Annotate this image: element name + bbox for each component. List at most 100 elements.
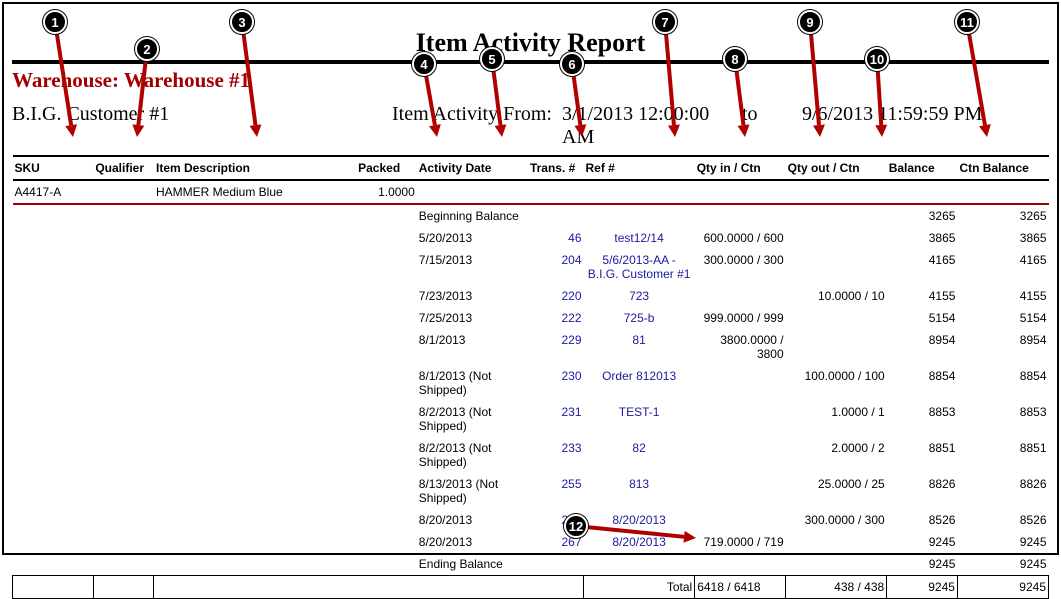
trans-number[interactable]: 255 — [528, 473, 584, 509]
qty-in — [695, 401, 786, 437]
callout-2: 2 — [135, 37, 159, 61]
qty-out: 100.0000 / 100 — [786, 365, 887, 401]
col-packed: Packed — [356, 156, 417, 180]
trans-number[interactable]: 229 — [528, 329, 584, 365]
callout-bubble: 9 — [798, 10, 822, 34]
balance: 9245 — [887, 531, 958, 553]
activity-row: 7/15/20132045/6/2013-AA - B.I.G. Custome… — [13, 249, 1049, 285]
item-row: A4417-A HAMMER Medium Blue 1.0000 — [13, 180, 1049, 204]
balance: 4155 — [887, 285, 958, 307]
callout-bubble: 4 — [412, 52, 436, 76]
callout-bubble: 1 — [43, 10, 67, 34]
qty-out: 2.0000 / 2 — [786, 437, 887, 473]
beginning-balance: 3265 — [887, 204, 958, 227]
callout-3: 3 — [230, 10, 254, 34]
ref-number[interactable]: 725-b — [584, 307, 695, 329]
trans-number[interactable]: 233 — [528, 437, 584, 473]
qty-in: 3800.0000 / 3800 — [695, 329, 786, 365]
qty-in — [695, 473, 786, 509]
ctn-balance: 8851 — [957, 437, 1048, 473]
ctn-balance: 4155 — [957, 285, 1048, 307]
ref-number[interactable]: test12/14 — [584, 227, 695, 249]
callout-bubble: 12 — [564, 514, 588, 538]
activity-date: 8/1/2013 — [417, 329, 528, 365]
trans-number[interactable]: 230 — [528, 365, 584, 401]
activity-row: 8/1/2013229813800.0000 / 3800 89548954 — [13, 329, 1049, 365]
trans-number[interactable]: 222 — [528, 307, 584, 329]
callout-12: 12 — [564, 514, 588, 538]
col-activity-date: Activity Date — [417, 156, 528, 180]
ctn-balance: 8526 — [957, 509, 1048, 531]
ctn-balance: 8853 — [957, 401, 1048, 437]
activity-row: 8/1/2013 (Not Shipped)230Order 812013 100… — [13, 365, 1049, 401]
callout-7: 7 — [653, 10, 677, 34]
trans-number[interactable]: 220 — [528, 285, 584, 307]
report-title: Item Activity Report — [12, 28, 1049, 58]
balance: 4165 — [887, 249, 958, 285]
beginning-ctn-balance: 3265 — [957, 204, 1048, 227]
activity-date: 8/2/2013 (Not Shipped) — [417, 401, 528, 437]
activity-date: 8/2/2013 (Not Shipped) — [417, 437, 528, 473]
ref-number[interactable]: 813 — [584, 473, 695, 509]
qty-out — [786, 249, 887, 285]
activity-date: 8/1/2013 (Not Shipped) — [417, 365, 528, 401]
activity-row: 7/23/201322072310.0000 / 1041554155 — [13, 285, 1049, 307]
col-balance: Balance — [887, 156, 958, 180]
qty-in: 719.0000 / 719 — [695, 531, 786, 553]
callout-bubble: 10 — [865, 47, 889, 71]
ref-number[interactable]: 723 — [584, 285, 695, 307]
ctn-balance: 8954 — [957, 329, 1048, 365]
activity-row: 8/20/20132668/20/2013300.0000 / 30085268… — [13, 509, 1049, 531]
ref-number[interactable]: TEST-1 — [584, 401, 695, 437]
balance: 8851 — [887, 437, 958, 473]
activity-row: 7/25/2013222725-b999.0000 / 99951545154 — [13, 307, 1049, 329]
ctn-balance: 5154 — [957, 307, 1048, 329]
trans-number[interactable]: 204 — [528, 249, 584, 285]
ending-balance-label: Ending Balance — [417, 553, 528, 576]
callout-bubble: 6 — [560, 52, 584, 76]
warehouse-line: Warehouse: Warehouse #1 — [12, 68, 1049, 93]
qty-in: 999.0000 / 999 — [695, 307, 786, 329]
ending-ctn-balance: 9245 — [957, 553, 1048, 576]
trans-number[interactable]: 231 — [528, 401, 584, 437]
activity-date: 7/25/2013 — [417, 307, 528, 329]
qty-in — [695, 509, 786, 531]
header-row: SKU Qualifier Item Description Packed Ac… — [13, 156, 1049, 180]
col-trans: Trans. # — [528, 156, 584, 180]
callout-6: 6 — [560, 52, 584, 76]
ref-number[interactable]: 5/6/2013-AA - B.I.G. Customer #1 — [584, 249, 695, 285]
callout-bubble: 8 — [723, 47, 747, 71]
qty-out: 300.0000 / 300 — [786, 509, 887, 531]
callout-bubble: 7 — [653, 10, 677, 34]
from-datetime: 3/1/2013 12:00:00 AM — [562, 103, 742, 149]
activity-table: SKU Qualifier Item Description Packed Ac… — [12, 155, 1049, 599]
total-ctn-balance: 9245 — [957, 576, 1048, 599]
trans-number[interactable]: 46 — [528, 227, 584, 249]
ref-number[interactable]: 82 — [584, 437, 695, 473]
col-qty-in: Qty in / Ctn — [695, 156, 786, 180]
total-qty-in: 6418 / 6418 — [695, 576, 786, 599]
ctn-balance: 4165 — [957, 249, 1048, 285]
callout-bubble: 11 — [955, 10, 979, 34]
qty-out — [786, 329, 887, 365]
activity-row: 8/2/2013 (Not Shipped)233822.0000 / 2885… — [13, 437, 1049, 473]
ctn-balance: 8854 — [957, 365, 1048, 401]
ref-number[interactable]: 81 — [584, 329, 695, 365]
qty-in — [695, 365, 786, 401]
callout-10: 10 — [865, 47, 889, 71]
to-label: to — [742, 103, 802, 149]
to-datetime: 9/6/2013 11:59:59 PM — [802, 103, 1049, 149]
activity-date: 8/13/2013 (Not Shipped) — [417, 473, 528, 509]
col-qualifier: Qualifier — [93, 156, 154, 180]
qty-in: 300.0000 / 300 — [695, 249, 786, 285]
ctn-balance: 9245 — [957, 531, 1048, 553]
callout-bubble: 2 — [135, 37, 159, 61]
ref-number[interactable]: Order 812013 — [584, 365, 695, 401]
balance: 8954 — [887, 329, 958, 365]
col-ctn-balance: Ctn Balance — [957, 156, 1048, 180]
qty-in — [695, 285, 786, 307]
activity-date: 8/20/2013 — [417, 531, 528, 553]
balance: 8826 — [887, 473, 958, 509]
activity-date: 8/20/2013 — [417, 509, 528, 531]
col-qty-out: Qty out / Ctn — [786, 156, 887, 180]
